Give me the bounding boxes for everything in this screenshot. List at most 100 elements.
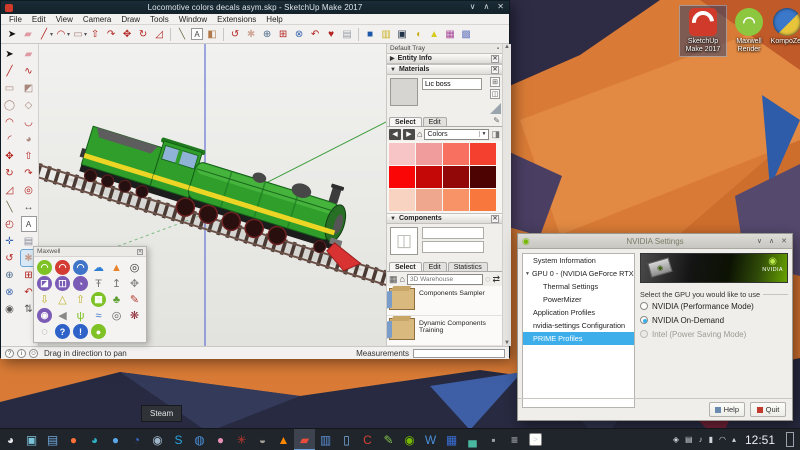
polygon-tool[interactable]: ◇ xyxy=(21,97,37,113)
menu-camera[interactable]: Camera xyxy=(78,15,116,24)
eraser-tool[interactable]: ▰ xyxy=(21,46,37,62)
zoom-extents-tool[interactable]: ⊗ xyxy=(292,27,306,42)
maxwell-lens-icon[interactable]: ◖ xyxy=(411,27,425,42)
taskbar-blue-doc[interactable]: ▯ xyxy=(336,429,357,450)
menu-extensions[interactable]: Extensions xyxy=(212,15,261,24)
taskbar-firefox[interactable]: ● xyxy=(63,429,84,450)
arc-tool[interactable]: ◠ xyxy=(54,27,68,42)
maxwell-render-region-icon[interactable]: ◠ xyxy=(55,260,70,275)
maxwell-export-icon[interactable]: ◪ xyxy=(37,276,52,291)
taskbar-gimp[interactable]: ◒ xyxy=(252,429,273,450)
radio-nvidia-on-demand[interactable]: NVIDIA On-Demand xyxy=(640,313,788,327)
nav-gpu-0-nvidia-geforce-rtx-3070-[interactable]: ▼GPU 0 - (NVIDIA GeForce RTX 3070 Lapto xyxy=(523,267,634,280)
color-swatch[interactable] xyxy=(389,189,415,211)
taskbar-file-manager[interactable]: ▤ xyxy=(42,429,63,450)
maxwell-grass-icon[interactable]: ψ xyxy=(73,308,88,323)
component-item[interactable]: Components Sampler xyxy=(387,286,502,316)
taskbar-app-dark[interactable]: ▪ xyxy=(483,429,504,450)
close-button[interactable]: ✕ xyxy=(497,2,504,11)
view-options-icon[interactable]: ▦ xyxy=(389,274,398,285)
scroll-up-icon[interactable]: ▲ xyxy=(504,44,510,50)
color-swatch[interactable] xyxy=(470,189,496,211)
help-button[interactable]: Help xyxy=(709,402,745,417)
maximize-button[interactable]: ∧ xyxy=(483,2,489,11)
swap-icon[interactable]: ⇄ xyxy=(492,274,500,285)
dropdown-arrow-icon[interactable]: ▾ xyxy=(84,31,87,38)
rotate-tool[interactable]: ↻ xyxy=(2,165,18,181)
taskbar-display-media[interactable]: ▣ xyxy=(21,429,42,450)
menu-file[interactable]: File xyxy=(4,15,27,24)
minimize-button[interactable]: ∨ xyxy=(470,2,476,11)
maxwell-grass-icon[interactable]: ▩ xyxy=(459,27,473,42)
maxwell-raise-icon[interactable]: ⇧ xyxy=(73,292,88,307)
menu-draw[interactable]: Draw xyxy=(116,15,145,24)
close-panel-icon[interactable]: ✕ xyxy=(491,66,499,74)
text-tool[interactable]: A xyxy=(191,28,203,40)
taskbar-sketchup[interactable]: ▰ xyxy=(294,429,315,450)
maxwell-speaker-icon[interactable]: ◀ xyxy=(55,308,70,323)
maxwell-tree-icon[interactable]: ♣ xyxy=(109,292,124,307)
tree-expander-icon[interactable]: ▼ xyxy=(525,271,530,277)
scale-tool[interactable]: ◿ xyxy=(152,27,166,42)
maxwell-lens-icon[interactable]: ◎ xyxy=(109,308,124,323)
nav-nvidia-settings-configuration[interactable]: nvidia-settings Configuration xyxy=(523,319,634,332)
forward-arrow-button[interactable]: ▶ xyxy=(403,129,415,140)
dropdown-arrow-icon[interactable]: ▾ xyxy=(67,31,70,38)
taskbar-nvidia[interactable]: ◉ xyxy=(399,429,420,450)
color-swatch[interactable] xyxy=(416,166,442,188)
taskbar-word[interactable]: W xyxy=(420,429,441,450)
user-icon[interactable]: ☺ xyxy=(29,349,38,358)
follow-me-tool[interactable]: ↷ xyxy=(104,27,118,42)
maxwell-sign-icon[interactable]: Ŧ xyxy=(91,276,106,291)
rectangle-tool[interactable]: ▭ xyxy=(71,27,85,42)
maximize-button[interactable]: ∧ xyxy=(769,237,774,245)
components-header[interactable]: ▼ Components ✕ xyxy=(387,213,502,224)
maxwell-render-icon[interactable]: ◠ xyxy=(37,260,52,275)
menu-tools[interactable]: Tools xyxy=(145,15,174,24)
radio-nvidia-performance-mode-[interactable]: NVIDIA (Performance Mode) xyxy=(640,299,788,313)
previous-view-tool[interactable]: ↶ xyxy=(308,27,322,42)
line-tool[interactable]: ╱ xyxy=(2,63,18,79)
maxwell-scale-icon[interactable]: ✥ xyxy=(127,276,142,291)
close-button[interactable]: ✕ xyxy=(781,237,787,245)
taskbar-edge[interactable]: ◕ xyxy=(84,429,105,450)
sketchup-titlebar[interactable]: Locomotive colors decals asym.skp - Sket… xyxy=(1,1,509,14)
radio-icon[interactable] xyxy=(640,316,648,324)
taskbar-waterfox[interactable]: ◔ xyxy=(126,429,147,450)
maxwell-network-icon[interactable]: ☁ xyxy=(91,260,106,275)
taskbar-vlc[interactable]: ▲ xyxy=(273,429,294,450)
nvidia-titlebar[interactable]: ◉ NVIDIA Settings ∨ ∧ ✕ xyxy=(518,234,792,249)
maxwell-fire-icon[interactable]: ▲ xyxy=(109,260,124,275)
quit-button[interactable]: Quit xyxy=(750,402,786,417)
tab-select[interactable]: Select xyxy=(389,117,422,126)
close-icon[interactable]: ✕ xyxy=(137,249,143,255)
info-icon[interactable]: i xyxy=(17,349,26,358)
position-camera-tool[interactable]: ◉ xyxy=(2,301,18,317)
warehouse-search-input[interactable] xyxy=(407,274,483,285)
help-icon[interactable]: ? xyxy=(5,349,14,358)
tray-scrollbar[interactable]: ▲▼ xyxy=(502,44,511,346)
line-tool[interactable]: ╱ xyxy=(37,27,51,42)
secondary-pane-icon[interactable]: ◫ xyxy=(490,89,500,99)
maxwell-grid-icon[interactable]: ▦ xyxy=(91,292,106,307)
menu-view[interactable]: View xyxy=(51,15,78,24)
taskbar-maxwell-studio[interactable]: ▥ xyxy=(315,429,336,450)
material-name-field[interactable] xyxy=(422,78,482,90)
orbit-tool[interactable]: ↺ xyxy=(228,27,242,42)
nav-application-profiles[interactable]: Application Profiles xyxy=(523,306,634,319)
color-swatch[interactable] xyxy=(470,143,496,165)
taskbar-system-monitor[interactable]: ▄ xyxy=(462,429,483,450)
eraser-tool[interactable]: ▰ xyxy=(21,27,35,42)
color-swatch[interactable] xyxy=(389,166,415,188)
arc-tool[interactable]: ◠ xyxy=(2,114,18,130)
radio-icon[interactable] xyxy=(640,330,648,338)
rectangle-tool[interactable]: ▭ xyxy=(2,80,18,96)
push-pull-tool[interactable]: ⇧ xyxy=(88,27,102,42)
dropdown-arrow-icon[interactable]: ▾ xyxy=(50,31,53,38)
clock[interactable]: 12:51 xyxy=(745,433,775,447)
create-material-icon[interactable]: ⊞ xyxy=(490,77,500,87)
radio-icon[interactable] xyxy=(640,302,648,310)
pie-tool[interactable]: ◕ xyxy=(21,131,37,147)
rotated-rectangle-tool[interactable]: ◩ xyxy=(21,80,37,96)
color-swatch[interactable] xyxy=(470,166,496,188)
